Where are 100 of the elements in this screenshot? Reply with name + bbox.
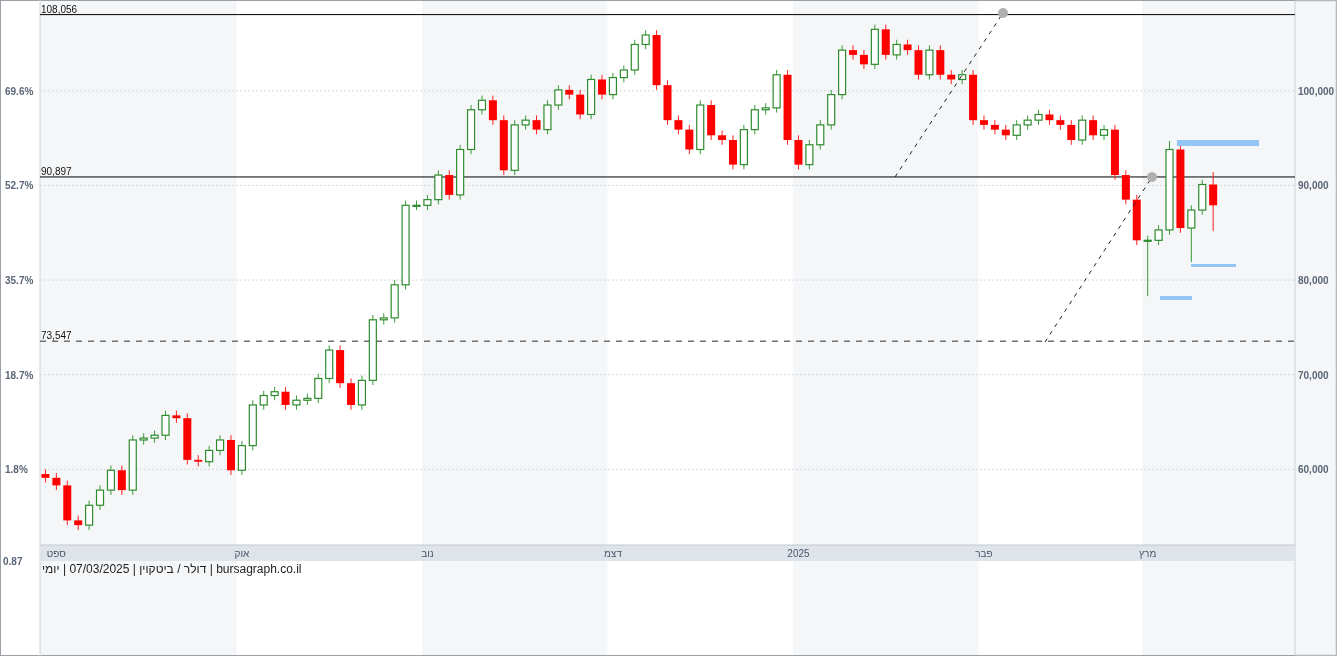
candle xyxy=(270,386,279,401)
candle xyxy=(1187,204,1196,263)
time-axis-label: דצמ xyxy=(604,548,622,559)
candle xyxy=(52,472,61,491)
candle xyxy=(314,373,323,404)
candle xyxy=(859,49,868,70)
candle xyxy=(336,344,345,389)
candle xyxy=(805,139,814,170)
candle xyxy=(325,344,334,384)
candle xyxy=(1023,114,1032,131)
candle xyxy=(63,480,72,526)
candle xyxy=(347,377,355,411)
candle xyxy=(1012,119,1021,141)
candle xyxy=(739,124,748,170)
candle xyxy=(292,395,301,411)
candle xyxy=(718,130,727,146)
price-level-label: 73,547 xyxy=(41,330,72,342)
candle xyxy=(729,134,737,170)
candle xyxy=(227,434,235,476)
candle xyxy=(947,69,956,85)
price-axis-label: 80,000 xyxy=(1298,275,1329,287)
percent-axis-label: 1.8% xyxy=(5,464,28,476)
candle xyxy=(990,119,999,135)
candle xyxy=(816,119,825,150)
candle xyxy=(936,44,945,80)
candle xyxy=(663,79,672,126)
time-axis-label: 2025 xyxy=(787,548,810,559)
percent-axis-label: 0.87 xyxy=(3,556,23,567)
candle xyxy=(194,454,203,467)
candle xyxy=(543,99,552,135)
candle xyxy=(685,124,694,155)
candle xyxy=(85,500,94,531)
candle xyxy=(532,114,541,135)
candle xyxy=(445,169,454,201)
candle xyxy=(128,434,137,496)
price-level-label: 108,056 xyxy=(41,3,78,15)
candle xyxy=(925,44,934,80)
price-axis-label: 90,000 xyxy=(1298,180,1329,192)
candle xyxy=(237,440,246,476)
candle xyxy=(892,39,901,61)
candle xyxy=(1209,171,1218,232)
candle xyxy=(303,393,312,406)
candle xyxy=(1078,114,1087,146)
candle xyxy=(772,69,781,114)
candle xyxy=(1132,194,1141,246)
candle xyxy=(183,413,192,466)
candle xyxy=(969,69,978,126)
time-axis-label: אוק xyxy=(234,548,250,559)
candle xyxy=(172,410,181,424)
candle xyxy=(980,114,988,131)
candle xyxy=(870,24,879,70)
candle xyxy=(259,390,268,411)
candle xyxy=(510,119,519,176)
percent-axis-label: 69.6% xyxy=(5,85,34,97)
candle xyxy=(1154,224,1163,246)
candle xyxy=(499,114,508,176)
price-axis-label: 70,000 xyxy=(1298,369,1329,381)
time-axis-label: פבר xyxy=(975,548,993,559)
candle xyxy=(914,44,923,80)
chart-caption: bursagraph.co.il | דולר / ביטקוין | 07/03/2025 | יומי xyxy=(42,562,302,576)
price-axis-label: 60,000 xyxy=(1298,464,1329,476)
percent-axis-label: 35.7% xyxy=(5,275,34,287)
candle xyxy=(41,468,50,484)
candle xyxy=(434,169,443,205)
candle xyxy=(412,200,421,211)
candle xyxy=(74,515,83,531)
candle xyxy=(281,386,290,411)
candle xyxy=(456,144,465,201)
candle xyxy=(565,84,574,100)
candle xyxy=(696,99,705,155)
candle xyxy=(630,39,639,76)
candle xyxy=(1001,124,1010,141)
percent-axis-label: 52.7% xyxy=(5,180,34,192)
candle xyxy=(838,44,847,100)
candle xyxy=(248,399,257,451)
candle xyxy=(849,44,857,61)
candle xyxy=(521,114,530,131)
price-level-label: 90,897 xyxy=(41,165,72,177)
candle xyxy=(1198,179,1207,216)
candle xyxy=(587,74,596,120)
time-axis-label: מרץ xyxy=(1139,548,1157,559)
candle xyxy=(139,432,148,446)
time-axis-label: נוב xyxy=(421,548,434,559)
candle xyxy=(205,445,214,467)
candle xyxy=(1045,109,1054,126)
candle xyxy=(379,312,388,326)
candle xyxy=(794,134,803,170)
candle xyxy=(554,84,563,111)
candle xyxy=(95,484,105,511)
candle xyxy=(641,29,650,50)
candle xyxy=(750,104,759,135)
candle xyxy=(117,465,126,496)
candle xyxy=(958,69,967,85)
candle xyxy=(576,89,585,120)
candle xyxy=(1067,119,1076,146)
candle xyxy=(827,89,836,131)
candle xyxy=(881,24,890,61)
candle xyxy=(390,279,399,324)
price-axis-label: 100,000 xyxy=(1298,85,1335,97)
candle xyxy=(423,194,432,211)
